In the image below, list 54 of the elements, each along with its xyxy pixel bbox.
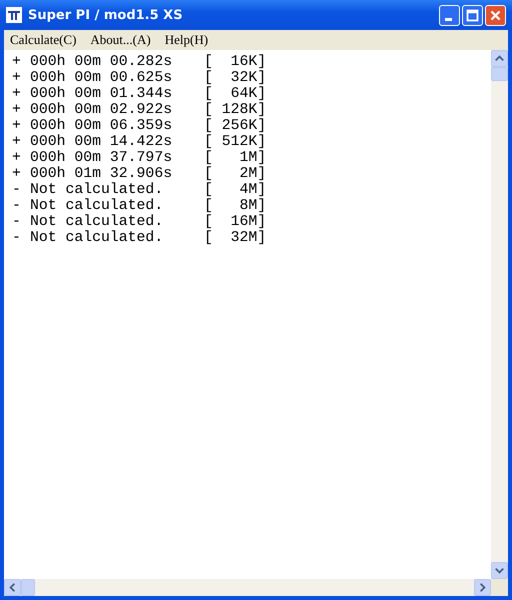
result-text: 000h 00m 02.922s [30,102,174,118]
result-text: 000h 00m 01.344s [30,86,174,102]
result-text: 000h 00m 06.359s [30,118,174,134]
status-sign: + [12,54,22,70]
size-label: [ 128K] [204,102,266,118]
menu-item[interactable]: Help(H) [164,32,208,48]
size-label: [ 16M] [204,214,266,230]
minimize-button[interactable] [439,4,460,26]
size-label: [ 32K] [204,70,266,86]
status-sign: - [12,214,22,230]
status-sign: + [12,118,22,134]
size-label: [ 4M] [204,182,266,198]
result-text: 000h 00m 14.422s [30,134,174,150]
size-grip[interactable] [491,579,508,596]
close-button[interactable] [485,4,506,26]
size-label: [ 512K] [204,134,266,150]
result-text: Not calculated. [30,198,164,214]
status-sign: + [12,134,22,150]
result-text: Not calculated. [30,230,164,246]
size-label: [ 64K] [204,86,266,102]
scroll-left-button[interactable] [4,579,21,596]
horizontal-scrollbar[interactable] [4,579,508,596]
menu-item[interactable]: About...(A) [90,32,151,48]
window-title: Super PI / mod1.5 XS [28,8,184,22]
result-text: 000h 00m 37.797s [30,150,174,166]
size-label: [ 256K] [204,118,266,134]
status-sign: + [12,70,22,86]
vertical-scrollbar[interactable] [491,50,508,579]
size-label: [ 1M] [204,150,266,166]
result-text: 000h 00m 00.282s [30,54,174,70]
size-label: [ 2M] [204,166,266,182]
size-label: [ 32M] [204,230,266,246]
scroll-thumb[interactable] [21,579,35,596]
minimize-icon [445,18,452,20]
scroll-up-button[interactable] [491,50,508,67]
size-label: [ 16K] [204,54,266,70]
status-sign: - [12,198,22,214]
status-sign: + [12,150,22,166]
status-sign: + [12,166,22,182]
scroll-thumb[interactable] [491,67,508,81]
result-text: Not calculated. [30,214,164,230]
scroll-right-button[interactable] [474,579,491,596]
result-text: 000h 00m 00.625s [30,70,174,86]
status-sign: - [12,182,22,198]
status-sign: + [12,102,22,118]
status-sign: - [12,230,22,246]
status-sign: + [12,86,22,102]
result-text: 000h 01m 32.906s [30,166,174,182]
menu-item[interactable]: Calculate(C) [10,32,76,48]
pi-icon [6,7,22,23]
maximize-button[interactable] [462,4,483,26]
scroll-down-button[interactable] [491,562,508,579]
size-label: [ 8M] [204,198,266,214]
result-text: Not calculated. [30,182,164,198]
